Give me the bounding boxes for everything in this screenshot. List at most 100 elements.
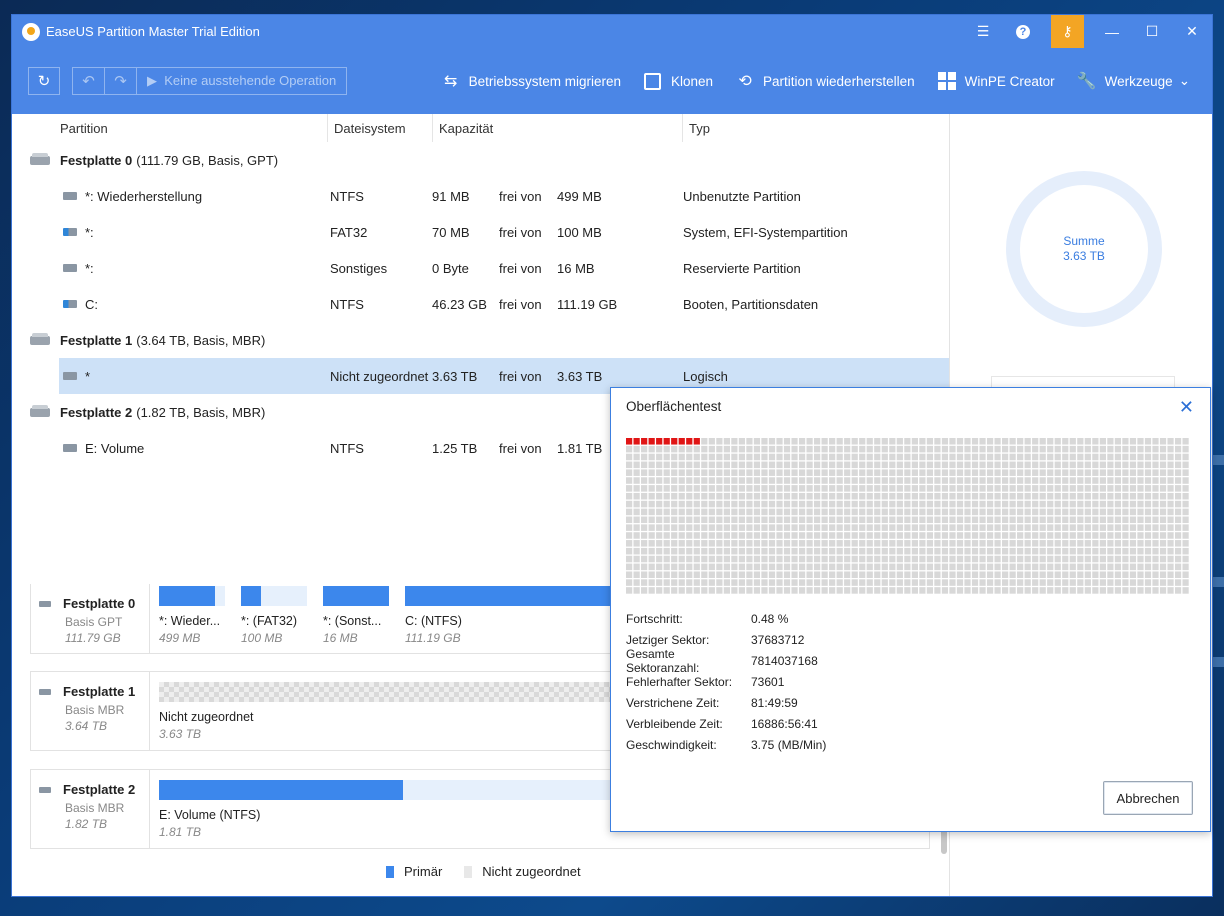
sector-block — [1137, 469, 1144, 476]
sector-block — [941, 508, 949, 516]
dialog-close-icon[interactable]: ✕ — [1179, 397, 1194, 418]
winpe-creator-button[interactable]: WinPE Creator — [937, 71, 1055, 91]
sector-block — [986, 469, 994, 476]
sector-block — [776, 485, 783, 492]
sector-block — [1069, 587, 1076, 594]
sector-block — [798, 532, 806, 539]
sector-block — [731, 571, 738, 578]
sector-block — [708, 485, 715, 492]
undo-button[interactable]: ↶ — [73, 68, 105, 94]
sector-block — [776, 571, 783, 578]
sector-block — [1084, 469, 1091, 476]
menu-list-icon[interactable]: ☰ — [963, 15, 1003, 48]
sector-block — [1069, 579, 1076, 586]
disk-map-segment-unallocated[interactable]: Nicht zugeordnet 3.63 TB — [159, 682, 619, 741]
sector-block — [648, 571, 655, 578]
sector-block — [1017, 438, 1024, 445]
sector-block — [1167, 445, 1174, 453]
sector-block — [1107, 445, 1114, 453]
sector-block — [693, 555, 700, 563]
sector-block — [844, 516, 851, 524]
sector-block — [934, 445, 941, 453]
sector-block — [934, 532, 941, 539]
redo-button[interactable]: ↷ — [105, 68, 137, 94]
hard-disk-icon — [30, 332, 50, 345]
disk-header[interactable]: Festplatte 0 (111.79 GB, Basis, GPT) — [12, 142, 949, 178]
disk-map-segment[interactable]: *: (FAT32) 100 MB — [241, 586, 307, 645]
partition-name: * — [85, 368, 91, 384]
disk-map-segment[interactable]: *: (Sonst... 16 MB — [323, 586, 389, 645]
sector-block — [1159, 438, 1167, 445]
sector-block — [1099, 500, 1106, 508]
sector-block — [1054, 547, 1061, 555]
sector-block — [1084, 485, 1091, 492]
refresh-button[interactable]: ↻ — [28, 67, 60, 95]
sector-block — [783, 485, 791, 492]
sector-block — [671, 516, 678, 524]
disk-info: (111.79 GB, Basis, GPT) — [136, 152, 279, 168]
sector-block — [844, 524, 851, 531]
sector-block — [753, 485, 761, 492]
partition-of-label: frei von — [499, 440, 542, 456]
disk-map-segment[interactable]: *: Wieder... 499 MB — [159, 586, 225, 645]
partition-row[interactable]: *: Wiederherstellung NTFS 91 MB frei von… — [12, 178, 949, 214]
sector-block — [768, 587, 776, 594]
column-partition[interactable]: Partition — [12, 114, 328, 142]
sector-block — [1107, 438, 1114, 445]
sector-block — [1047, 485, 1054, 492]
sector-block — [1039, 587, 1046, 594]
close-button[interactable]: ✕ — [1172, 15, 1212, 48]
minimize-button[interactable]: — — [1092, 15, 1132, 48]
disk-map-label: Festplatte 1 Basis MBR 3.64 TB — [31, 672, 150, 750]
sector-block — [1122, 540, 1129, 547]
maximize-button[interactable]: ☐ — [1132, 15, 1172, 48]
clone-button[interactable]: Klonen — [643, 71, 713, 91]
sector-block — [881, 492, 888, 500]
sector-block — [1077, 547, 1084, 555]
sector-block — [829, 524, 836, 531]
sector-block — [919, 438, 926, 445]
sector-block — [633, 492, 640, 500]
disk-header[interactable]: Festplatte 1 (3.64 TB, Basis, MBR) — [12, 322, 949, 358]
sector-block — [934, 524, 941, 531]
restore-partition-button[interactable]: ⟲ Partition wiederherstellen — [735, 71, 914, 91]
disk-map-segment[interactable]: C: (NTFS) 111.19 GB — [405, 586, 625, 645]
abort-button[interactable]: Abbrechen — [1103, 781, 1193, 815]
migrate-os-button[interactable]: ⇆ Betriebssystem migrieren — [441, 71, 621, 91]
partition-row[interactable]: *: Sonstiges 0 Byte frei von 16 MB Reser… — [12, 250, 949, 286]
partition-row[interactable]: C: NTFS 46.23 GB frei von 111.19 GB Boot… — [12, 286, 949, 322]
sector-block — [1152, 563, 1159, 571]
sector-block — [1032, 555, 1039, 563]
sector-block — [1054, 461, 1061, 469]
sector-block — [776, 555, 783, 563]
sector-block — [934, 477, 941, 484]
sector-block — [1152, 461, 1159, 469]
system-partition-icon — [63, 228, 77, 236]
column-filesystem[interactable]: Dateisystem — [328, 114, 433, 142]
sector-block — [1077, 587, 1084, 594]
sector-block — [798, 500, 806, 508]
app-logo-icon — [22, 22, 40, 41]
sector-block — [1152, 524, 1159, 531]
sector-block — [1182, 438, 1189, 445]
sector-block — [934, 563, 941, 571]
sector-block — [836, 485, 843, 492]
sector-block — [1039, 477, 1046, 484]
sector-block — [934, 555, 941, 563]
tools-menu-button[interactable]: 🔧 Werkzeuge ⌄ — [1077, 71, 1190, 91]
help-icon[interactable]: ? — [1003, 15, 1043, 48]
sector-block — [866, 492, 873, 500]
disk-map-segment[interactable]: E: Volume (NTFS) 1.81 TB — [159, 780, 619, 839]
sector-block — [1017, 555, 1024, 563]
sector-block — [994, 461, 1001, 469]
sector-block — [701, 453, 708, 461]
column-capacity[interactable]: Kapazität — [433, 114, 683, 142]
apply-operations-button[interactable]: ▶ Keine ausstehende Operation — [137, 73, 346, 89]
sector-block — [896, 540, 903, 547]
column-type[interactable]: Typ — [683, 114, 710, 142]
sector-block — [1009, 469, 1016, 476]
partition-row[interactable]: *: FAT32 70 MB frei von 100 MB System, E… — [12, 214, 949, 250]
sector-block — [1129, 540, 1137, 547]
license-key-icon[interactable]: ⚷ — [1051, 15, 1084, 48]
restore-icon: ⟲ — [738, 73, 752, 90]
